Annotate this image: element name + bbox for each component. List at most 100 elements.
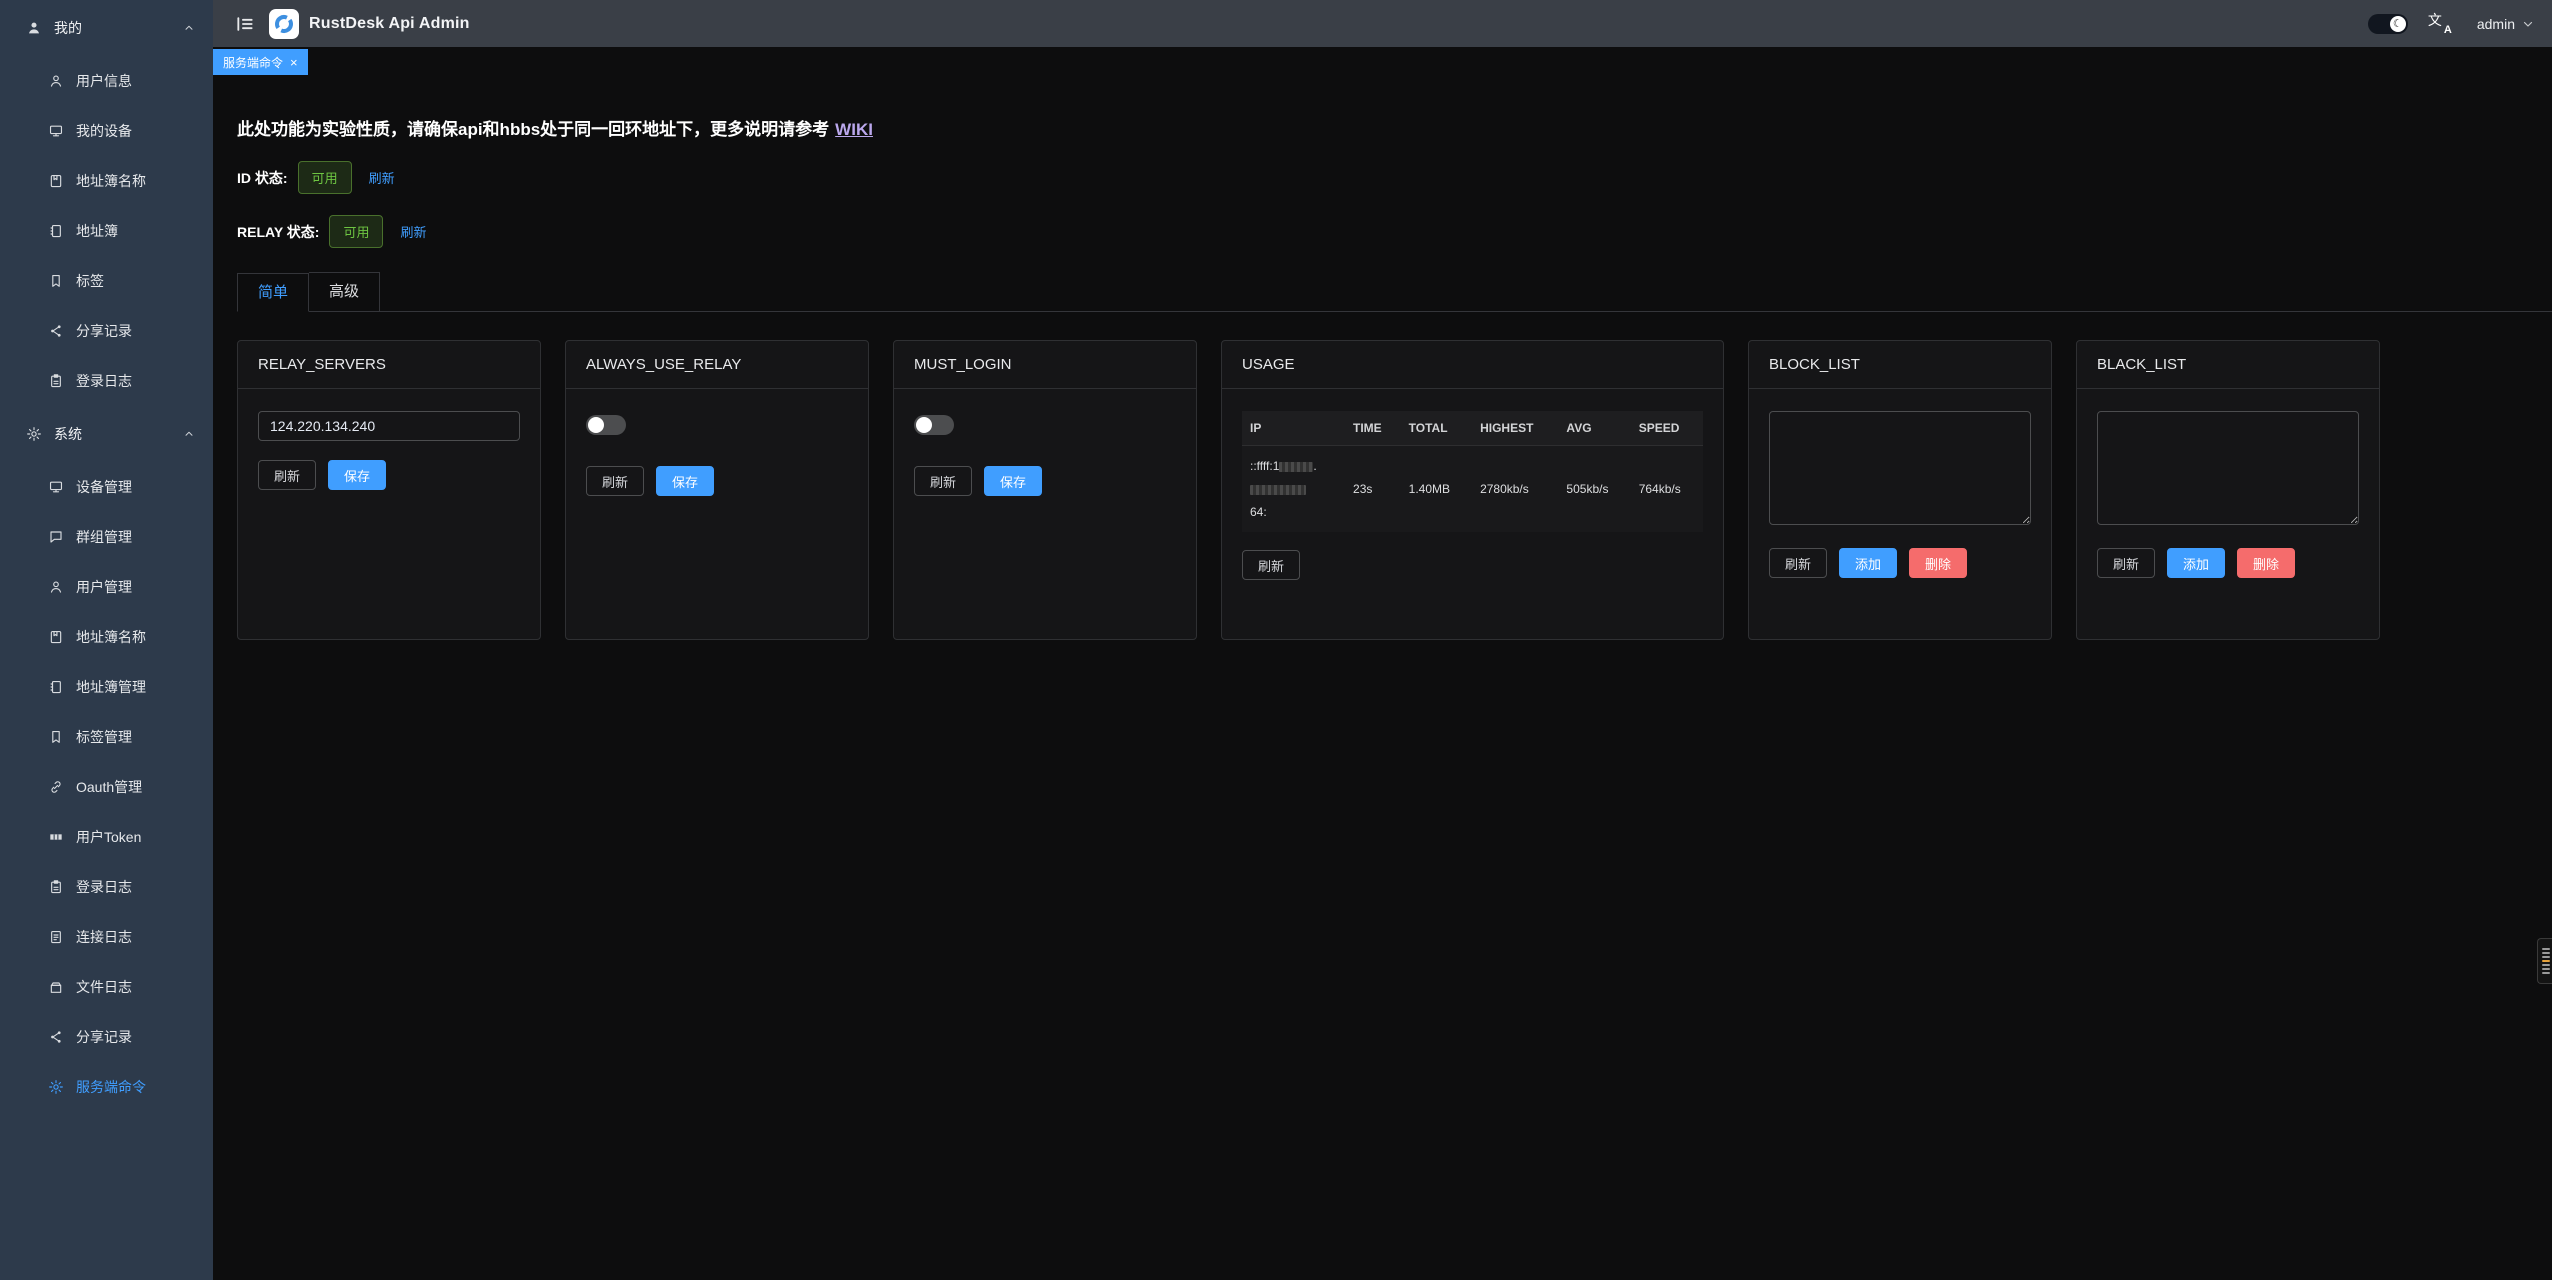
sidebar-group-label: 系统: [54, 424, 82, 444]
block-list-refresh-button[interactable]: 刷新: [1769, 548, 1827, 578]
usage-col-ip: IP: [1242, 411, 1345, 446]
redacted-ip-segment: [1279, 462, 1313, 472]
id-refresh-link[interactable]: 刷新: [369, 168, 395, 187]
main-column: RustDesk Api Admin ☾ 文A admin 服务端命令 × 此处…: [213, 0, 2552, 1280]
relay-servers-refresh-button[interactable]: 刷新: [258, 460, 316, 490]
book-icon: [48, 173, 64, 189]
card-title: USAGE: [1222, 341, 1723, 389]
relay-status-badge: 可用: [329, 215, 383, 248]
app-root: 我的用户信息我的设备地址簿名称地址簿标签分享记录登录日志系统设备管理群组管理用户…: [0, 0, 2552, 1280]
sidebar-item-label: 用户Token: [76, 827, 141, 847]
sidebar-item-label: 连接日志: [76, 927, 132, 947]
sidebar-item-addr-book[interactable]: 地址簿: [0, 206, 213, 256]
sidebar-item-share-records-sys[interactable]: 分享记录: [0, 1012, 213, 1062]
usage-col-time: TIME: [1345, 411, 1401, 446]
sidebar-item-label: 地址簿管理: [76, 677, 146, 697]
gear-icon: [48, 1079, 64, 1095]
sidebar-item-label: 登录日志: [76, 877, 132, 897]
sidebar-item-my-devices[interactable]: 我的设备: [0, 106, 213, 156]
sidebar-item-tag-mgmt[interactable]: 标签管理: [0, 712, 213, 762]
sidebar-item-file-logs[interactable]: 文件日志: [0, 962, 213, 1012]
sidebar-item-user-token[interactable]: 用户Token: [0, 812, 213, 862]
sidebar-item-user-info[interactable]: 用户信息: [0, 56, 213, 106]
sidebar-item-user-mgmt[interactable]: 用户管理: [0, 562, 213, 612]
sidebar-item-label: 文件日志: [76, 977, 132, 997]
book-icon: [48, 629, 64, 645]
user-filled-icon: [26, 20, 42, 36]
usage-col-highest: HIGHEST: [1472, 411, 1558, 446]
link-icon: [48, 779, 64, 795]
sidebar-item-tags[interactable]: 标签: [0, 256, 213, 306]
always-use-relay-switch[interactable]: [586, 415, 626, 435]
sidebar-group-system[interactable]: 系统: [0, 406, 213, 462]
dark-mode-toggle[interactable]: ☾: [2368, 14, 2408, 34]
usage-table: IPTIMETOTALHIGHESTAVGSPEED ::ffff:1. 64:…: [1242, 411, 1703, 532]
sidebar-item-label: 服务端命令: [76, 1077, 146, 1097]
black-list-textarea[interactable]: [2097, 411, 2359, 525]
rustdesk-logo-icon: [269, 9, 299, 39]
sidebar-item-login-logs[interactable]: 登录日志: [0, 356, 213, 406]
share-icon: [48, 323, 64, 339]
block-list-textarea[interactable]: [1769, 411, 2031, 525]
user-dropdown[interactable]: admin: [2477, 16, 2534, 32]
block-list-delete-button[interactable]: 删除: [1909, 548, 1967, 578]
usage-total-cell: 1.40MB: [1401, 446, 1472, 533]
sidebar-item-share-records[interactable]: 分享记录: [0, 306, 213, 356]
sidebar-fold-icon[interactable]: [235, 14, 255, 34]
translate-icon[interactable]: 文A: [2428, 12, 2453, 35]
sidebar-item-addr-book-mgmt[interactable]: 地址簿管理: [0, 662, 213, 712]
sidebar-item-label: 地址簿: [76, 221, 118, 241]
card-title: ALWAYS_USE_RELAY: [566, 341, 868, 389]
card-relay-servers: RELAY_SERVERS 刷新 保存: [237, 340, 541, 640]
wiki-link[interactable]: WIKI: [835, 120, 873, 139]
minimap-widget[interactable]: [2537, 938, 2552, 984]
black-list-refresh-button[interactable]: 刷新: [2097, 548, 2155, 578]
tab-advanced[interactable]: 高级: [309, 272, 380, 311]
sidebar-item-label: 用户管理: [76, 577, 132, 597]
block-list-add-button[interactable]: 添加: [1839, 548, 1897, 578]
user-name: admin: [2477, 16, 2515, 32]
relay-refresh-link[interactable]: 刷新: [400, 222, 426, 241]
sidebar-item-addr-book-names-sys[interactable]: 地址簿名称: [0, 612, 213, 662]
must-login-save-button[interactable]: 保存: [984, 466, 1042, 496]
black-list-add-button[interactable]: 添加: [2167, 548, 2225, 578]
sidebar-item-conn-logs[interactable]: 连接日志: [0, 912, 213, 962]
token-icon: [48, 829, 64, 845]
sidebar-item-label: 设备管理: [76, 477, 132, 497]
sidebar-item-addr-book-names[interactable]: 地址簿名称: [0, 156, 213, 206]
sidebar-item-server-commands[interactable]: 服务端命令: [0, 1062, 213, 1112]
always-use-relay-save-button[interactable]: 保存: [656, 466, 714, 496]
usage-col-speed: SPEED: [1631, 411, 1703, 446]
clipboard-icon: [48, 879, 64, 895]
sidebar-item-group-mgmt[interactable]: 群组管理: [0, 512, 213, 562]
sidebar-item-label: 分享记录: [76, 1027, 132, 1047]
cards-row: RELAY_SERVERS 刷新 保存 ALWAYS_USE_RELAY: [237, 340, 2552, 640]
chevron-down-icon: [2522, 18, 2534, 30]
must-login-refresh-button[interactable]: 刷新: [914, 466, 972, 496]
sidebar-item-oauth-mgmt[interactable]: Oauth管理: [0, 762, 213, 812]
sidebar-group-mine[interactable]: 我的: [0, 0, 213, 56]
card-usage: USAGE IPTIMETOTALHIGHESTAVGSPEED ::ffff:…: [1221, 340, 1724, 640]
sidebar-item-login-logs-sys[interactable]: 登录日志: [0, 862, 213, 912]
moon-icon: ☾: [2390, 16, 2406, 32]
sidebar-item-device-mgmt[interactable]: 设备管理: [0, 462, 213, 512]
sidebar-item-label: 群组管理: [76, 527, 132, 547]
sidebar-item-label: 地址簿名称: [76, 171, 146, 191]
page-content: 此处功能为实验性质，请确保api和hbbs处于同一回环地址下，更多说明请参考WI…: [213, 75, 2552, 1280]
usage-refresh-button[interactable]: 刷新: [1242, 550, 1300, 580]
close-icon[interactable]: ×: [290, 56, 298, 69]
card-title: RELAY_SERVERS: [238, 341, 540, 389]
tab-simple[interactable]: 简单: [237, 273, 309, 312]
tab-server-commands[interactable]: 服务端命令 ×: [213, 49, 308, 75]
id-status-label: ID 状态:: [237, 168, 288, 188]
sidebar-nav: 我的用户信息我的设备地址簿名称地址簿标签分享记录登录日志系统设备管理群组管理用户…: [0, 0, 213, 1112]
card-must-login: MUST_LOGIN 刷新 保存: [893, 340, 1197, 640]
relay-servers-save-button[interactable]: 保存: [328, 460, 386, 490]
chevron-up-icon: [183, 428, 195, 440]
relay-servers-input[interactable]: [258, 411, 520, 441]
must-login-switch[interactable]: [914, 415, 954, 435]
usage-col-avg: AVG: [1558, 411, 1630, 446]
black-list-delete-button[interactable]: 删除: [2237, 548, 2295, 578]
always-use-relay-refresh-button[interactable]: 刷新: [586, 466, 644, 496]
sidebar-item-label: 地址簿名称: [76, 627, 146, 647]
